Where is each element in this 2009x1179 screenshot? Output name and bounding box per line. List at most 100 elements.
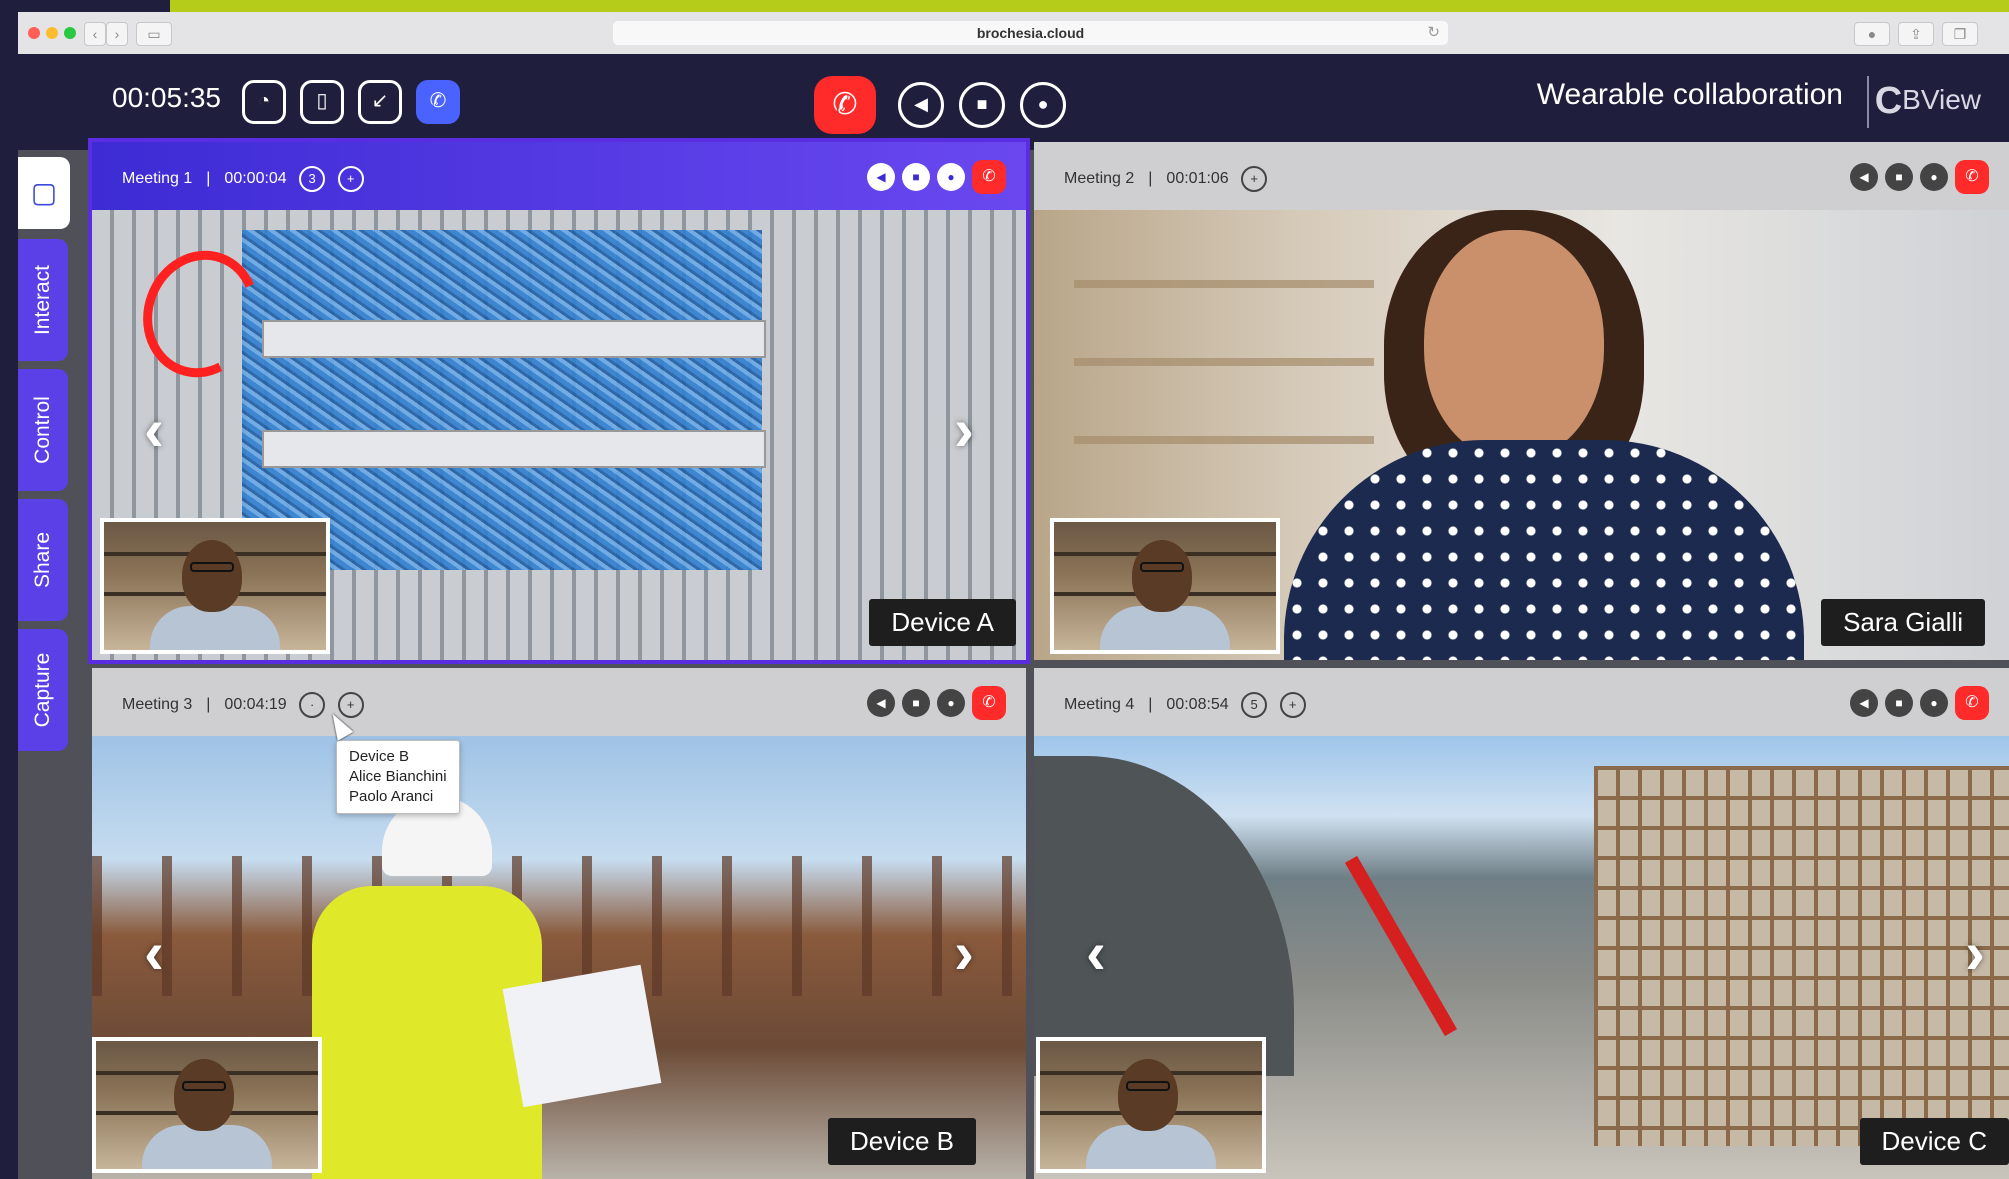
next-arrow-icon[interactable]: › [954, 918, 974, 987]
top-toolbar: 00:05:35 ◔ ▯ ↙ ✆ ✆ ◀ ■ ● Wearable collab… [18, 54, 2009, 150]
meeting-panel-2[interactable]: Meeting 2 | 00:01:06 + ◀ ■ ● ✆ Sara Gialli [1034, 142, 2009, 660]
meeting-title: Meeting 3 [122, 696, 193, 714]
hangup-button[interactable]: ✆ [1955, 160, 1989, 194]
self-view-thumbnail[interactable] [92, 1037, 322, 1173]
meeting-time: 00:00:04 [224, 170, 287, 188]
device-label: Device C [1859, 1118, 2009, 1165]
self-view-thumbnail[interactable] [1050, 518, 1280, 654]
next-arrow-icon[interactable]: › [954, 395, 974, 464]
share-icon[interactable]: ⇪ [1898, 22, 1934, 46]
participant-video[interactable]: Sara Gialli [1034, 210, 2009, 660]
meeting-title: Meeting 2 [1064, 170, 1135, 188]
camera-icon[interactable]: ■ [1885, 163, 1913, 191]
tooltip-line: Paolo Aranci [349, 788, 434, 805]
reload-icon[interactable]: ↻ [1427, 21, 1440, 45]
url-text: brochesia.cloud [976, 25, 1085, 41]
participant-count-badge[interactable]: 3 [299, 166, 326, 192]
speaker-icon[interactable]: ◀ [867, 689, 895, 717]
microphone-icon[interactable]: ● [1920, 689, 1948, 717]
add-participant-icon[interactable]: + [1279, 692, 1306, 718]
tooltip-line: Alice Bianchini [349, 768, 447, 785]
patch-panel [262, 430, 766, 468]
meeting-header: Meeting 4 | 00:08:54 5 + ◀ ■ ● ✆ [1034, 668, 2009, 736]
building-frame [92, 856, 1026, 996]
meeting-header: Meeting 1 | 00:00:04 3 + ◀ ■ ● ✆ [92, 142, 1026, 210]
next-arrow-icon[interactable]: › [1965, 918, 1985, 987]
device-video[interactable]: ‹ › Device B [92, 736, 1026, 1179]
sidebar-item-share[interactable]: Share [18, 499, 68, 621]
device-label: Device B [827, 1118, 976, 1165]
address-bar[interactable]: brochesia.cloud ↻ [613, 21, 1448, 45]
meeting-panel-4[interactable]: Meeting 4 | 00:08:54 5 + ◀ ■ ● ✆ ‹ › Device C [1034, 668, 2009, 1179]
camera-icon[interactable]: ■ [902, 163, 930, 191]
speaker-icon[interactable]: ◀ [867, 163, 895, 191]
meeting-panel-1[interactable]: Meeting 1 | 00:00:04 3 + ◀ ■ ● ✆ ‹ › Device A [88, 138, 1030, 664]
worker-vest [312, 886, 542, 1179]
patch-panel [262, 320, 766, 358]
previous-arrow-icon[interactable]: ‹ [1086, 918, 1106, 987]
meeting-info: Meeting 2 | 00:01:06 + [1064, 166, 1268, 192]
brand-logo: CBView [1875, 80, 1981, 123]
chat-icon[interactable]: ▢ [18, 157, 70, 229]
logo-text: BView [1902, 83, 1981, 115]
end-all-calls-button[interactable]: ✆ [814, 76, 876, 134]
app-title: Wearable collaboration [1536, 78, 1843, 111]
camera-icon[interactable]: ■ [902, 689, 930, 717]
speaker-icon[interactable]: ◀ [898, 82, 944, 128]
sidebar-item-control[interactable]: Control [18, 369, 68, 491]
scaffolding [1594, 766, 2009, 1146]
camera-icon[interactable]: ■ [1885, 689, 1913, 717]
meeting-panel-3[interactable]: Meeting 3 | 00:04:19 · + ◀ ■ ● ✆ ‹ › Device B… [92, 668, 1026, 1179]
back-button[interactable]: ‹ [84, 22, 106, 46]
camera-icon[interactable]: ■ [959, 82, 1005, 128]
add-call-icon[interactable]: ✆ [416, 80, 460, 124]
add-participant-icon[interactable]: + [1241, 166, 1268, 192]
meeting-title: Meeting 4 [1064, 696, 1135, 714]
participants-icon[interactable]: · [299, 692, 326, 718]
participant-count-badge[interactable]: 5 [1241, 692, 1268, 718]
blueprint [502, 964, 662, 1108]
tabs-icon[interactable]: ❐ [1942, 22, 1978, 46]
hangup-button[interactable]: ✆ [1955, 686, 1989, 720]
meeting-info: Meeting 4 | 00:08:54 5 + [1064, 692, 1306, 718]
meeting-header: Meeting 3 | 00:04:19 · + ◀ ■ ● ✆ [92, 668, 1026, 736]
previous-arrow-icon[interactable]: ‹ [144, 395, 164, 464]
self-view-thumbnail[interactable] [1036, 1037, 1266, 1173]
meeting-controls: ◀ ■ ● ✆ [1843, 686, 1989, 720]
device-video[interactable]: ‹ › Device C [1034, 736, 2009, 1179]
hangup-button[interactable]: ✆ [972, 686, 1006, 720]
meeting-controls: ◀ ■ ● ✆ [860, 160, 1006, 194]
self-view-thumbnail[interactable] [100, 518, 330, 654]
dashboard-icon[interactable]: ◔ [242, 80, 286, 124]
download-icon[interactable]: ● [1854, 22, 1890, 46]
add-participant-icon[interactable]: + [337, 166, 364, 192]
meeting-header: Meeting 2 | 00:01:06 + ◀ ■ ● ✆ [1034, 142, 2009, 210]
meeting-title: Meeting 1 [122, 170, 193, 188]
sidebar-toggle-icon[interactable]: ▭ [136, 22, 172, 46]
forward-button[interactable]: › [106, 22, 128, 46]
meeting-info: Meeting 3 | 00:04:19 · + [122, 692, 364, 718]
microphone-icon[interactable]: ● [937, 163, 965, 191]
call-timer: 00:05:35 [112, 82, 221, 113]
person-face [1424, 230, 1604, 460]
meeting-controls: ◀ ■ ● ✆ [1843, 160, 1989, 194]
device-video[interactable]: ‹ › Device A [92, 210, 1026, 660]
speaker-icon[interactable]: ◀ [1850, 689, 1878, 717]
microphone-icon[interactable]: ● [1920, 163, 1948, 191]
crane [1344, 855, 1458, 1037]
previous-arrow-icon[interactable]: ‹ [144, 918, 164, 987]
minimize-window-button[interactable] [46, 27, 58, 39]
hangup-button[interactable]: ✆ [972, 160, 1006, 194]
minimize-icon[interactable]: ↙ [358, 80, 402, 124]
layout-icon[interactable]: ▯ [300, 80, 344, 124]
microphone-icon[interactable]: ● [1020, 82, 1066, 128]
participants-tooltip: Device B Alice Bianchini Paolo Aranci [336, 740, 460, 814]
speaker-icon[interactable]: ◀ [1850, 163, 1878, 191]
sidebar-item-interact[interactable]: Interact [18, 239, 68, 361]
close-window-button[interactable] [28, 27, 40, 39]
zoom-window-button[interactable] [64, 27, 76, 39]
sidebar-item-capture[interactable]: Capture [18, 629, 68, 751]
participant-label: Sara Gialli [1821, 599, 1985, 646]
microphone-icon[interactable]: ● [937, 689, 965, 717]
meeting-time: 00:04:19 [224, 696, 287, 714]
